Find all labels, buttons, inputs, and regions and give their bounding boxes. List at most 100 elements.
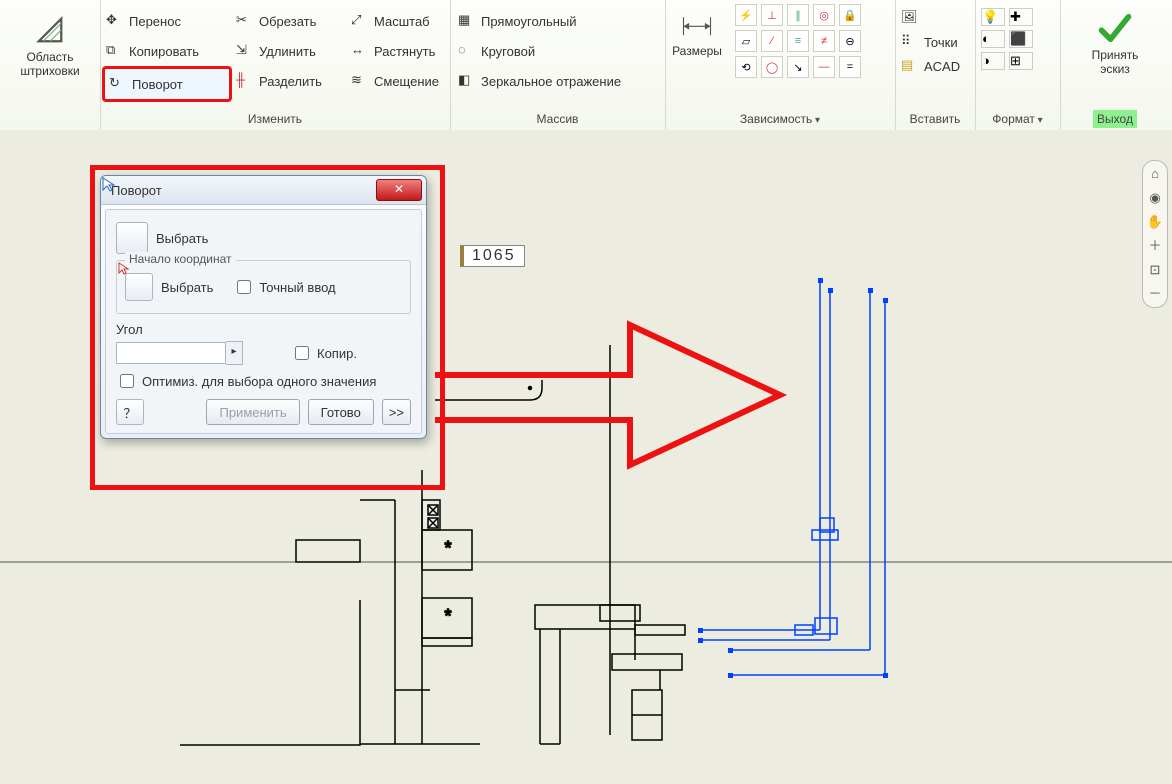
dimension-value[interactable]: 1065 xyxy=(460,245,525,267)
angle-input[interactable] xyxy=(116,342,226,364)
constraint-btn-11[interactable]: ⟲ xyxy=(735,56,757,78)
panel-exit: Принять эскиз Выход xyxy=(1060,0,1170,130)
constraint-btn-10[interactable]: ⊖ xyxy=(839,30,861,52)
format-btn-1[interactable]: 💡 xyxy=(981,8,1005,26)
constraint-btn-7[interactable]: ∕ xyxy=(761,30,783,52)
angle-field: ▸ xyxy=(116,341,243,365)
zoom-out-button[interactable]: － xyxy=(1146,285,1164,303)
rotate-dialog: Поворот ✕ Выбрать Начало координат Выбра… xyxy=(100,175,427,439)
constraint-btn-14[interactable]: — xyxy=(813,56,835,78)
points-button[interactable]: ⠿Точки xyxy=(897,30,973,54)
cursor-icon xyxy=(117,261,131,275)
format-btn-3[interactable]: ◐ xyxy=(981,30,1005,48)
move-icon: ✥ xyxy=(106,12,124,30)
mirror-label: Зеркальное отражение xyxy=(481,74,621,89)
constraint-btn-6[interactable]: ▱ xyxy=(735,30,757,52)
dialog-body: Выбрать Начало координат Выбрать Точный … xyxy=(105,209,422,434)
origin-legend: Начало координат xyxy=(125,252,236,266)
copy-checkbox[interactable]: Копир. xyxy=(291,343,357,363)
select-origin-button[interactable] xyxy=(125,273,153,301)
select-geom-button[interactable] xyxy=(116,222,148,254)
constraint-btn-1[interactable]: ⚡ xyxy=(735,4,757,26)
constraint-btn-13[interactable]: ↘ xyxy=(787,56,809,78)
circ-array-icon: ◌ xyxy=(458,42,476,60)
accept-sketch-button[interactable]: Принять эскиз xyxy=(1060,0,1170,76)
precise-label: Точный ввод xyxy=(259,280,335,295)
accept-sketch-label: Принять эскиз xyxy=(1060,48,1170,76)
panel-format-label[interactable]: Формат xyxy=(975,112,1060,126)
panel-constraints-label[interactable]: Зависимость xyxy=(665,112,895,126)
precise-input-checkbox[interactable]: Точный ввод xyxy=(233,277,335,297)
format-btn-4[interactable]: ⬛ xyxy=(1009,30,1033,48)
drawing-canvas[interactable]: * * xyxy=(0,130,1172,784)
scale-button[interactable]: ⤢Масштаб xyxy=(347,6,452,36)
help-button[interactable]: ？ xyxy=(116,399,144,425)
rotate-button[interactable]: ↻Поворот xyxy=(102,66,232,102)
checkmark-icon xyxy=(1097,10,1133,46)
constraint-btn-5[interactable]: 🔒 xyxy=(839,4,861,26)
copy-label: Копировать xyxy=(129,44,199,59)
precise-input-box[interactable] xyxy=(237,280,251,294)
trim-button[interactable]: ✂Обрезать xyxy=(232,6,347,36)
home-view-button[interactable]: ⌂ xyxy=(1146,165,1164,183)
extend-label: Удлинить xyxy=(259,44,316,59)
panel-insert-label: Вставить xyxy=(895,112,975,126)
scale-icon: ⤢ xyxy=(351,12,369,30)
zoom-fit-button[interactable]: ⊡ xyxy=(1146,261,1164,279)
cursor-icon xyxy=(101,176,117,192)
copy-button[interactable]: ⧉ Копировать xyxy=(102,36,232,66)
circ-array-button[interactable]: ◌Круговой xyxy=(454,36,661,66)
dialog-close-button[interactable]: ✕ xyxy=(376,179,422,201)
optimize-box[interactable] xyxy=(120,374,134,388)
dimension-button[interactable]: Размеры xyxy=(665,0,729,78)
constraint-btn-4[interactable]: ◎ xyxy=(813,4,835,26)
rect-array-button[interactable]: ▦Прямоугольный xyxy=(454,6,661,36)
constraint-btn-2[interactable]: ⊥ xyxy=(761,4,783,26)
dialog-title: Поворот xyxy=(111,183,162,198)
copy-box[interactable] xyxy=(295,346,309,360)
split-button[interactable]: ╫Разделить xyxy=(232,66,347,96)
split-icon: ╫ xyxy=(236,72,254,90)
svg-text:*: * xyxy=(444,606,451,626)
insert-image-button[interactable]: 🖼 xyxy=(897,6,973,30)
trim-label: Обрезать xyxy=(259,14,316,29)
offset-button[interactable]: ≋Смещение xyxy=(347,66,452,96)
copy-icon: ⧉ xyxy=(106,42,124,60)
constraint-btn-3[interactable]: ∥ xyxy=(787,4,809,26)
pan-button[interactable]: ✋ xyxy=(1146,213,1164,231)
acad-button[interactable]: ▤ACAD xyxy=(897,54,973,78)
extend-button[interactable]: ⇲ Удлинить xyxy=(232,36,347,66)
angle-spin[interactable]: ▸ xyxy=(226,341,243,365)
more-button[interactable]: >> xyxy=(382,399,411,425)
hatch-area-button[interactable]: Область штриховки xyxy=(0,0,100,78)
format-btn-5[interactable]: ◑ xyxy=(981,52,1005,70)
constraint-btn-12[interactable]: ◯ xyxy=(761,56,783,78)
ribbon: Область штриховки ✥Перенос ✂Обрезать ⤢Ма… xyxy=(0,0,1172,131)
panel-constraints: Размеры ⚡ ⊥ ∥ ◎ 🔒 ▱ ∕ ≡ ≠ ⊖ ⟲ ◯ ↘ — = xyxy=(665,0,896,130)
apply-button[interactable]: Применить xyxy=(206,399,299,425)
acad-icon: ▤ xyxy=(901,57,919,75)
format-btn-2[interactable]: ✚ xyxy=(1009,8,1033,26)
zoom-in-button[interactable]: ＋ xyxy=(1146,237,1164,255)
panel-array: ▦Прямоугольный ◌Круговой ◧Зеркальное отр… xyxy=(450,0,666,130)
format-btn-6[interactable]: ⊞ xyxy=(1009,52,1033,70)
rect-array-icon: ▦ xyxy=(458,12,476,30)
constraint-btn-8[interactable]: ≡ xyxy=(787,30,809,52)
panel-insert: 🖼 ⠿Точки ▤ACAD Вставить xyxy=(895,0,976,130)
extend-icon: ⇲ xyxy=(236,42,254,60)
points-icon: ⠿ xyxy=(901,33,919,51)
constraint-btn-9[interactable]: ≠ xyxy=(813,30,835,52)
stretch-button[interactable]: ↔Растянуть xyxy=(347,36,452,66)
panel-exit-label: Выход xyxy=(1060,112,1170,126)
hatch-area-label: Область штриховки xyxy=(0,50,100,78)
mirror-button[interactable]: ◧Зеркальное отражение xyxy=(454,66,661,96)
done-button[interactable]: Готово xyxy=(308,399,374,425)
optimize-checkbox[interactable]: Оптимиз. для выбора одного значения xyxy=(116,371,411,391)
orbit-button[interactable]: ◉ xyxy=(1146,189,1164,207)
view-toolbar: ⌂ ◉ ✋ ＋ ⊡ － xyxy=(1142,160,1168,308)
move-button[interactable]: ✥Перенос xyxy=(102,6,232,36)
stretch-label: Растянуть xyxy=(374,44,435,59)
constraint-btn-15[interactable]: = xyxy=(839,56,861,78)
offset-icon: ≋ xyxy=(351,72,369,90)
dialog-titlebar[interactable]: Поворот ✕ xyxy=(101,176,426,205)
